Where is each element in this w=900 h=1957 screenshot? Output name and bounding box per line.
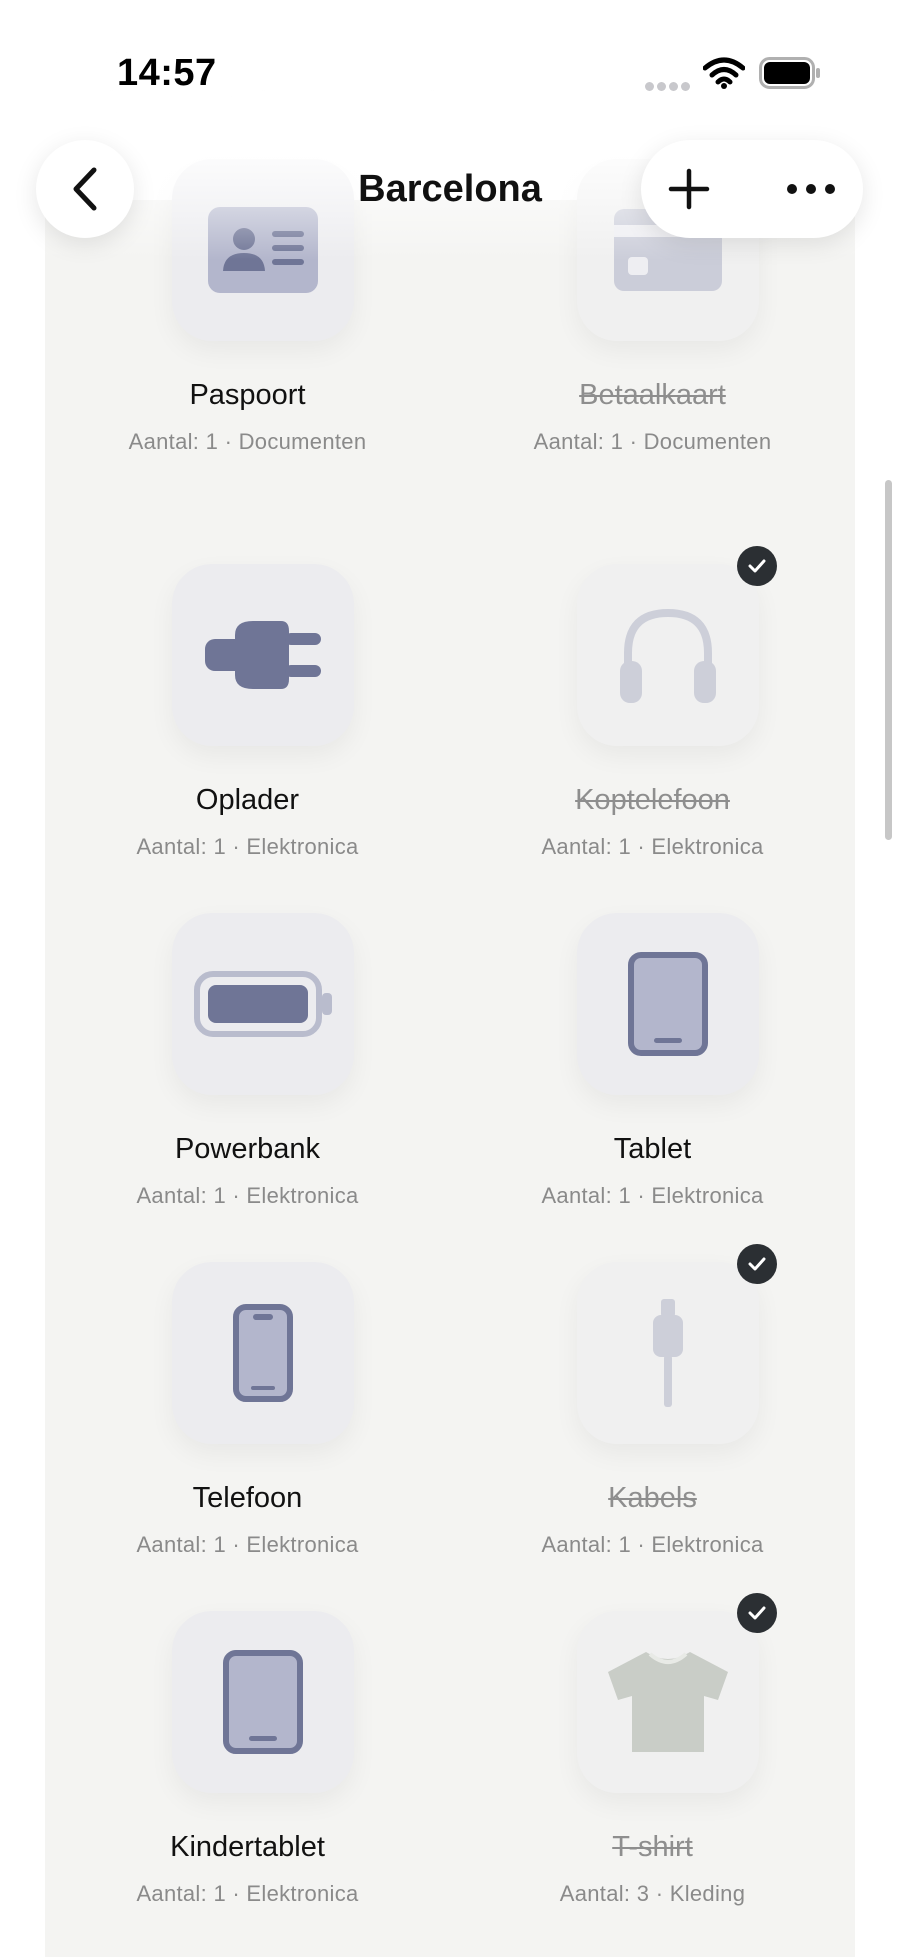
tablet-icon	[628, 952, 708, 1056]
item-tile[interactable]	[172, 564, 354, 746]
list-item[interactable]: Kindertablet Aantal: 1 · Elektronica	[45, 1611, 450, 1957]
item-tile[interactable]	[577, 1262, 759, 1444]
plus-icon	[668, 168, 710, 210]
item-meta: Aantal: 3 · Kleding	[559, 1881, 746, 1906]
tablet-icon	[223, 1650, 303, 1754]
checkmark-icon[interactable]	[737, 1593, 777, 1633]
item-meta: Aantal: 1 · Documenten	[128, 429, 367, 454]
list-item[interactable]: Telefoon Aantal: 1 · Elektronica	[45, 1262, 450, 1611]
item-meta: Aantal: 1 · Elektronica	[541, 1183, 764, 1208]
list-item[interactable]: Kabels Aantal: 1 · Elektronica	[450, 1244, 855, 1611]
item-name: Paspoort	[189, 379, 306, 411]
scrollbar[interactable]	[885, 480, 892, 840]
item-tile[interactable]	[577, 1611, 759, 1793]
item-meta: Aantal: 1 · Elektronica	[136, 1532, 359, 1557]
cellular-signal-icon	[645, 78, 693, 96]
navigation-bar: Barcelona	[0, 130, 900, 250]
item-meta: Aantal: 1 · Elektronica	[541, 1532, 764, 1557]
cable-icon	[653, 1299, 683, 1407]
item-tile[interactable]	[172, 1611, 354, 1793]
checkmark-icon[interactable]	[737, 1244, 777, 1284]
list-item[interactable]: Koptelefoon Aantal: 1 · Elektronica	[450, 546, 855, 913]
checkmark-icon[interactable]	[737, 546, 777, 586]
headphones-icon	[620, 608, 716, 703]
list-item[interactable]: Tablet Aantal: 1 · Elektronica	[450, 913, 855, 1262]
item-meta: Aantal: 1 · Elektronica	[136, 1183, 359, 1208]
wifi-icon	[703, 57, 745, 89]
item-name: Kabels	[608, 1482, 697, 1514]
list-item[interactable]: Powerbank Aantal: 1 · Elektronica	[45, 913, 450, 1262]
list-item[interactable]: Oplader Aantal: 1 · Elektronica	[45, 564, 450, 913]
ellipsis-icon	[787, 184, 835, 194]
item-tile[interactable]	[172, 1262, 354, 1444]
item-name: Kindertablet	[170, 1831, 325, 1863]
item-name: Tablet	[613, 1133, 692, 1165]
list-item[interactable]: T-shirt Aantal: 3 · Kleding	[450, 1593, 855, 1957]
item-meta: Aantal: 1 · Elektronica	[136, 1881, 359, 1906]
item-name: Koptelefoon	[575, 784, 730, 816]
battery-icon	[194, 971, 332, 1037]
tshirt-icon	[608, 1652, 728, 1752]
item-name: Betaalkaart	[579, 379, 726, 411]
plug-icon	[205, 621, 321, 689]
status-time: 14:57	[117, 52, 217, 94]
battery-status-icon	[759, 57, 820, 89]
more-options-button[interactable]	[781, 161, 841, 217]
action-pill	[641, 140, 863, 238]
item-name: T-shirt	[612, 1831, 693, 1863]
item-name: Powerbank	[174, 1133, 321, 1165]
status-bar: 14:57	[0, 0, 900, 120]
item-name: Telefoon	[192, 1482, 303, 1514]
item-tile[interactable]	[577, 913, 759, 1095]
add-item-button[interactable]	[661, 161, 717, 217]
item-meta: Aantal: 1 · Elektronica	[541, 834, 764, 859]
item-name: Oplader	[195, 784, 300, 816]
item-meta: Aantal: 1 · Elektronica	[136, 834, 359, 859]
phone-icon	[233, 1304, 293, 1402]
item-tile[interactable]	[172, 913, 354, 1095]
item-tile[interactable]	[577, 564, 759, 746]
item-meta: Aantal: 1 · Documenten	[533, 429, 772, 454]
